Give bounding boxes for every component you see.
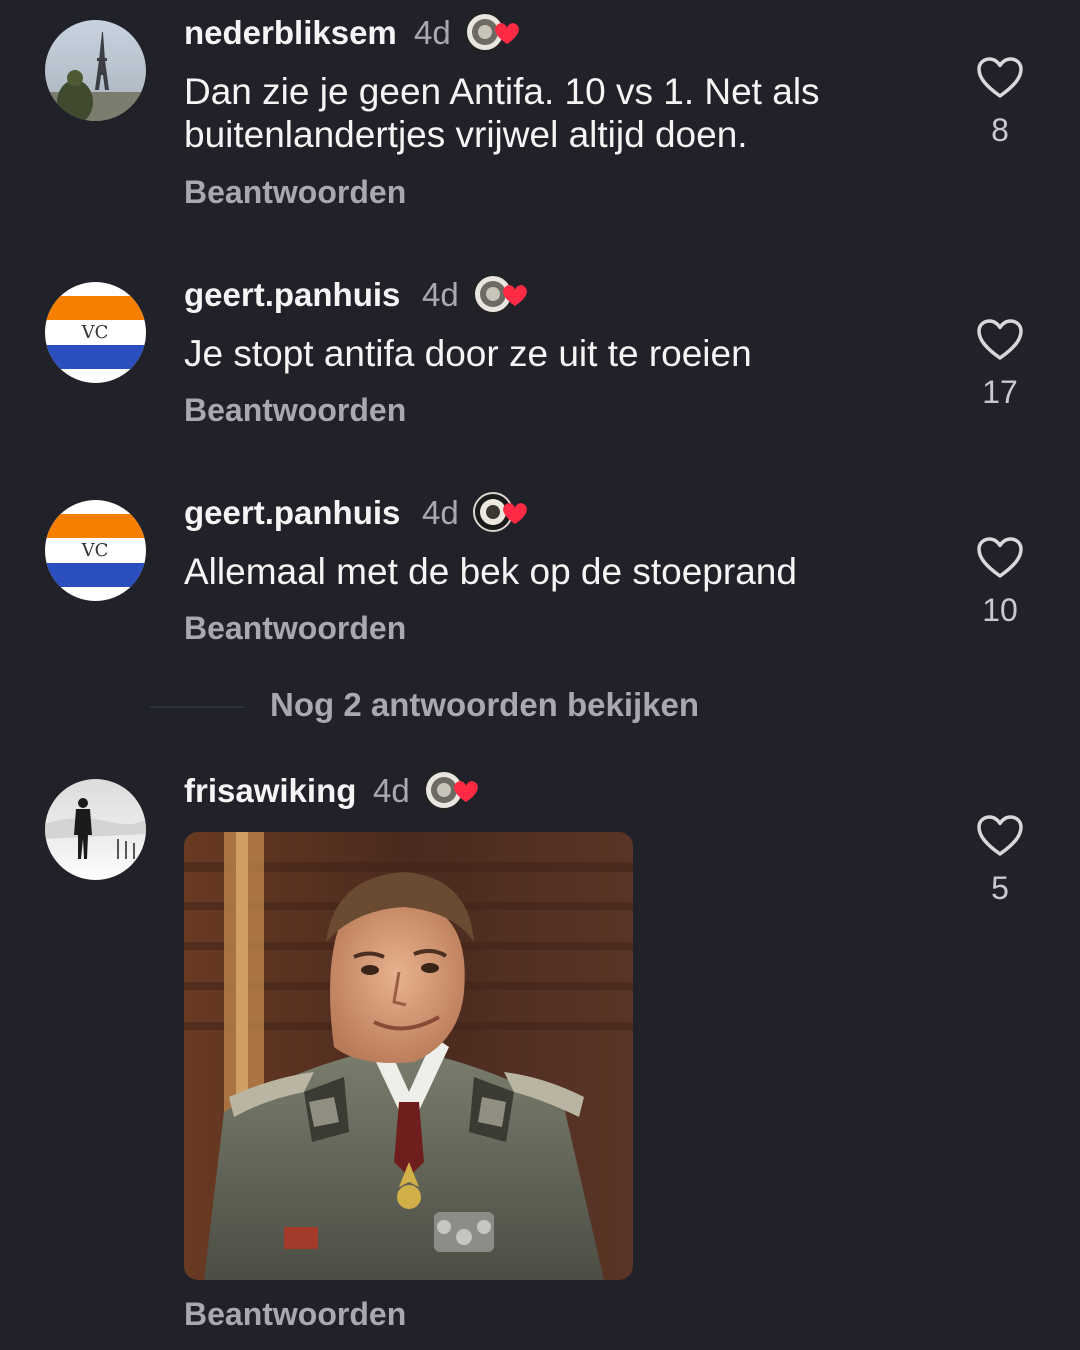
heart-outline-icon[interactable] [975,56,1025,100]
heart-outline-icon[interactable] [975,318,1025,362]
username[interactable]: frisawiking [184,774,356,807]
seal-heart-badge-icon [473,491,535,533]
like-button[interactable]: 17 [975,318,1025,408]
like-button[interactable]: 10 [975,536,1025,626]
like-count: 5 [991,870,1009,906]
reply-button[interactable]: Beantwoorden [184,612,406,644]
like-button[interactable]: 8 [975,56,1025,146]
comment-text: Allemaal met de bek op de stoeprand [184,551,797,592]
heart-outline-icon[interactable] [975,814,1025,858]
comment-text: Je stopt antifa door ze uit te roeien [184,333,752,374]
comment-time: 4d [414,14,451,51]
reply-button[interactable]: Beantwoorden [184,394,406,426]
avatar[interactable]: VC [45,500,146,601]
username[interactable]: geert.panhuis [184,278,400,311]
like-count: 17 [982,374,1018,410]
like-count: 8 [991,112,1009,148]
gif-image[interactable] [184,832,633,1280]
seal-heart-badge-icon [473,273,535,315]
avatar[interactable]: VC [45,282,146,383]
like-count: 10 [982,592,1018,628]
view-more-replies[interactable]: Nog 2 antwoorden bekijken [0,688,1080,728]
view-more-replies-label[interactable]: Nog 2 antwoorden bekijken [270,688,699,721]
reply-button[interactable]: Beantwoorden [184,176,406,208]
avatar[interactable] [45,779,146,880]
username[interactable]: nederbliksem [184,16,397,49]
seal-heart-badge-icon [465,11,527,53]
svg-text:VC: VC [81,322,109,343]
comment-text: Dan zie je geen Antifa. 10 vs 1. Net als… [184,71,820,155]
svg-text:VC: VC [81,540,109,561]
comment-time: 4d [422,494,459,531]
divider [150,706,245,708]
like-button[interactable]: 5 [975,814,1025,904]
reply-button[interactable]: Beantwoorden [184,1298,406,1330]
seal-heart-badge-icon [424,769,486,811]
username[interactable]: geert.panhuis [184,496,400,529]
comment-time: 4d [422,276,459,313]
comment-time: 4d [373,772,410,809]
heart-outline-icon[interactable] [975,536,1025,580]
avatar[interactable] [45,20,146,121]
